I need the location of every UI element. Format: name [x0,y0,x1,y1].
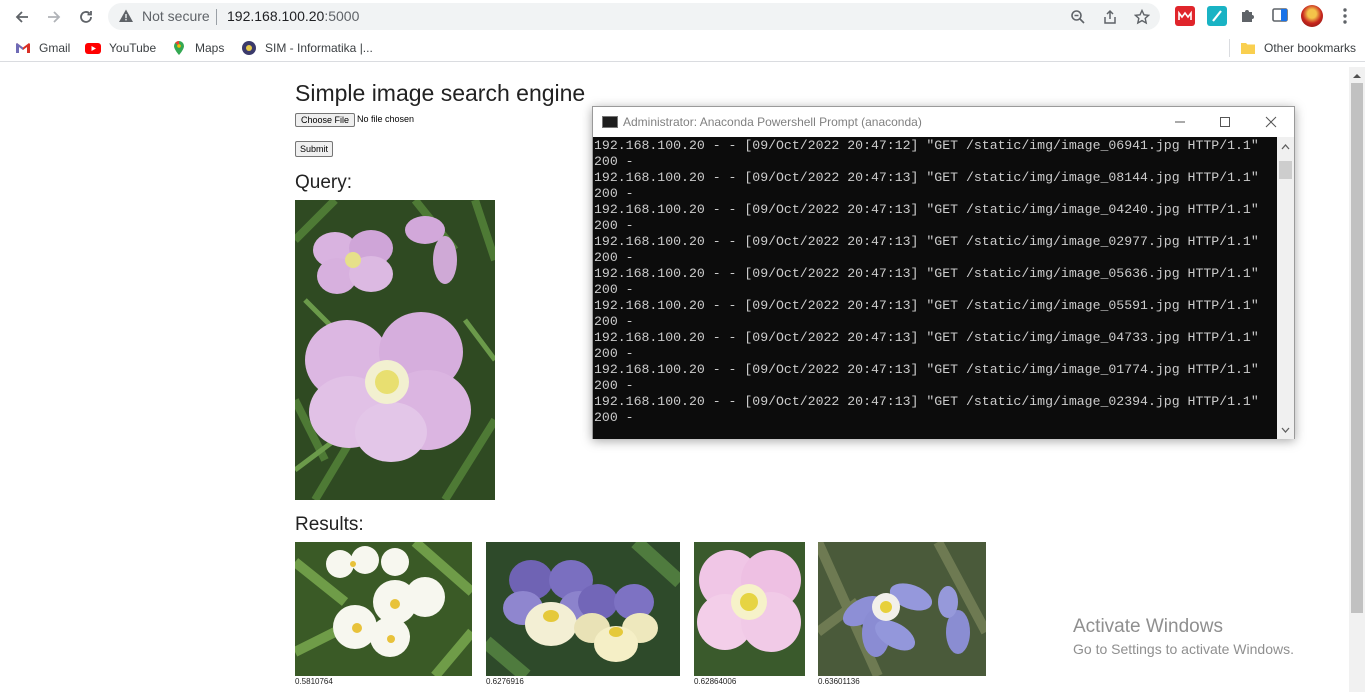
activate-windows-title: Activate Windows [1073,616,1223,637]
browser-toolbar: Not secure 192.168.100.20:5000 [0,0,1365,34]
forward-arrow-icon [48,11,61,23]
url-port: :5000 [324,8,360,24]
bookmark-label: Maps [195,41,225,55]
terminal-line: 192.168.100.20 - - [09/Oct/2022 20:47:13… [594,330,1259,345]
results-heading: Results: [295,514,364,535]
sim-logo-icon [242,41,256,55]
result-score: 0.62864006 [694,677,737,686]
terminal-scroll-down-icon[interactable] [1277,423,1294,437]
minimize-button[interactable] [1170,113,1190,131]
bookmark-label: SIM - Informatika |... [265,41,373,55]
scroll-up-icon[interactable] [1349,69,1365,83]
result-image [295,542,472,676]
terminal-line: 200 - [594,186,634,201]
omnibox-divider [216,9,217,25]
reload-button[interactable] [74,5,98,29]
gmail-icon [16,43,30,53]
back-arrow-icon [15,11,28,23]
maximize-button[interactable] [1215,113,1235,131]
terminal-cursor-line [593,426,1277,439]
bookmarks-divider [1229,39,1230,57]
terminal-scroll-thumb[interactable] [1279,161,1292,179]
terminal-window[interactable]: Administrator: Anaconda Powershell Promp… [592,106,1295,439]
terminal-line: 192.168.100.20 - - [09/Oct/2022 20:47:13… [594,298,1259,313]
bookmark-sim-informatika[interactable]: SIM - Informatika |... [241,40,373,56]
close-icon [1265,116,1277,128]
side-panel-icon[interactable] [1271,6,1291,26]
terminal-line: 192.168.100.20 - - [09/Oct/2022 20:47:13… [594,266,1259,281]
submit-button[interactable]: Submit [295,141,333,157]
terminal-line: 192.168.100.20 - - [09/Oct/2022 20:47:12… [594,138,1259,153]
terminal-line: 192.168.100.20 - - [09/Oct/2022 20:47:13… [594,170,1259,185]
extension-teal-icon[interactable] [1207,6,1227,26]
url-text[interactable]: 192.168.100.20:5000 [227,8,359,24]
url-host: 192.168.100.20 [227,8,325,24]
terminal-titlebar[interactable]: Administrator: Anaconda Powershell Promp… [593,107,1294,137]
zoom-icon[interactable] [1068,7,1088,27]
address-bar[interactable]: Not secure 192.168.100.20:5000 [108,3,1160,30]
warning-icon [119,9,133,22]
terminal-scrollbar[interactable] [1277,137,1294,439]
terminal-line: 192.168.100.20 - - [09/Oct/2022 20:47:13… [594,362,1259,377]
terminal-line: 200 - [594,250,634,265]
result-score: 0.63601136 [818,677,860,686]
terminal-line: 192.168.100.20 - - [09/Oct/2022 20:47:13… [594,234,1259,249]
bookmark-youtube[interactable]: YouTube [85,40,156,56]
terminal-title: Administrator: Anaconda Powershell Promp… [623,115,922,129]
result-image [694,542,805,676]
close-button[interactable] [1261,113,1281,131]
no-file-label: No file chosen [357,114,415,124]
query-image [295,200,495,500]
back-button[interactable] [10,5,34,29]
terminal-output[interactable]: 192.168.100.20 - - [09/Oct/2022 20:47:12… [593,137,1277,439]
folder-icon [1241,43,1255,54]
terminal-line: 192.168.100.20 - - [09/Oct/2022 20:47:13… [594,394,1259,409]
share-icon[interactable] [1100,7,1120,27]
minimize-icon [1175,121,1185,123]
bookmark-label: YouTube [109,41,157,55]
page-scroll-thumb[interactable] [1351,83,1363,613]
terminal-line: 200 - [594,218,634,233]
terminal-line: 200 - [594,346,634,361]
terminal-line: 200 - [594,314,634,329]
maximize-icon [1220,117,1230,127]
maps-icon [174,41,184,55]
reload-icon [80,11,92,23]
terminal-app-icon [602,116,618,128]
query-heading: Query: [295,172,353,193]
result-image [486,542,680,676]
bookmark-maps[interactable]: Maps [171,40,224,56]
forward-button[interactable] [42,5,66,29]
menu-kebab-icon[interactable] [1335,6,1355,26]
terminal-line: 200 - [594,282,634,297]
bookmark-star-icon[interactable] [1132,7,1152,27]
bookmark-label: Gmail [39,41,71,55]
extensions-puzzle-icon[interactable] [1239,6,1259,26]
extension-red-icon[interactable] [1175,6,1195,26]
terminal-line: 200 - [594,378,634,393]
terminal-line: 192.168.100.20 - - [09/Oct/2022 20:47:13… [594,202,1259,217]
youtube-icon [85,43,101,54]
result-score: 0.5810764 [295,677,333,686]
not-secure-label[interactable]: Not secure [142,8,210,24]
bookmark-gmail[interactable]: Gmail [15,40,70,56]
profile-avatar[interactable] [1301,5,1323,27]
terminal-scroll-up-icon[interactable] [1277,140,1294,154]
bookmarks-bar: Gmail YouTube Maps SIM - Informatika |..… [0,34,1365,62]
result-image [818,542,986,676]
terminal-line: 200 - [594,154,634,169]
choose-file-button[interactable]: Choose File [295,113,355,127]
activate-windows-subtitle: Go to Settings to activate Windows. [1073,641,1294,657]
result-score: 0.6276916 [486,677,524,686]
page-scrollbar[interactable] [1349,67,1365,692]
other-bookmarks-label: Other bookmarks [1264,41,1357,55]
other-bookmarks[interactable]: Other bookmarks [1240,40,1356,56]
terminal-line: 200 - [594,410,634,425]
page-title: Simple image search engine [295,80,586,106]
